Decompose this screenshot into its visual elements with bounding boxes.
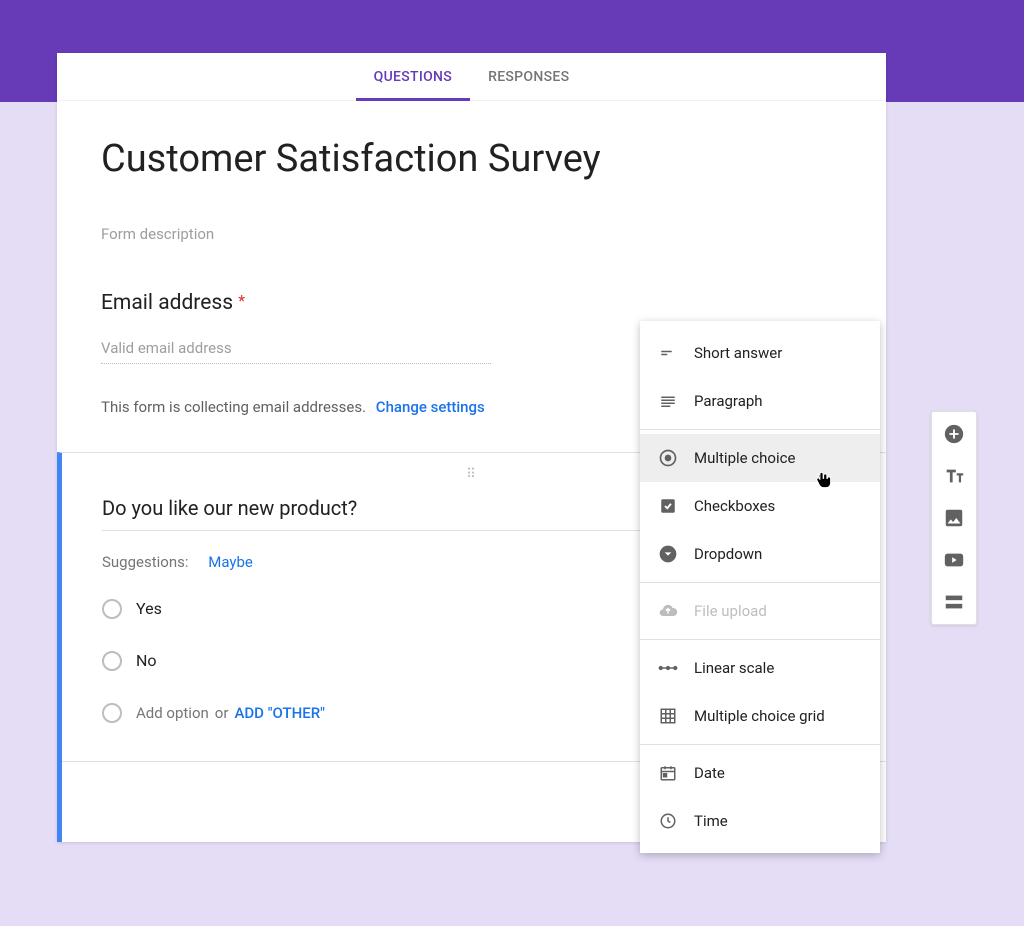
form-title[interactable]: Customer Satisfaction Survey (101, 137, 842, 183)
menu-separator (640, 639, 880, 640)
menu-item-date[interactable]: Date (640, 749, 880, 797)
menu-separator (640, 582, 880, 583)
change-settings-link[interactable]: Change settings (376, 398, 485, 416)
radio-icon (102, 703, 122, 723)
checkbox-icon (658, 496, 678, 516)
required-star: * (238, 291, 245, 310)
menu-label: Linear scale (694, 659, 774, 677)
tab-responses[interactable]: RESPONSES (470, 53, 587, 100)
question-type-menu: Short answer Paragraph Multiple choice C… (640, 321, 880, 853)
side-toolbar (931, 411, 977, 625)
menu-label: Time (694, 812, 728, 830)
suggestions-label: Suggestions: (102, 553, 188, 571)
add-question-button[interactable] (942, 422, 966, 446)
menu-item-time[interactable]: Time (640, 797, 880, 845)
add-option-link[interactable]: Add option (136, 704, 209, 722)
email-input[interactable]: Valid email address (101, 339, 491, 364)
radio-icon (102, 599, 122, 619)
clock-icon (658, 811, 678, 831)
menu-label: Dropdown (694, 545, 762, 563)
menu-label: Multiple choice (694, 449, 795, 467)
radio-icon (102, 651, 122, 671)
menu-label: Paragraph (694, 392, 763, 410)
suggestion-maybe[interactable]: Maybe (208, 553, 253, 571)
tab-questions[interactable]: QUESTIONS (356, 53, 470, 100)
menu-item-mc-grid[interactable]: Multiple choice grid (640, 692, 880, 740)
form-description[interactable]: Form description (101, 225, 842, 243)
option-label[interactable]: No (136, 651, 157, 670)
menu-label: Short answer (694, 344, 782, 362)
option-label[interactable]: Yes (136, 599, 162, 618)
menu-label: File upload (694, 602, 767, 620)
menu-item-linear-scale[interactable]: Linear scale (640, 644, 880, 692)
menu-label: Date (694, 764, 725, 782)
grid-icon (658, 706, 678, 726)
menu-separator (640, 744, 880, 745)
email-question-label: Email address * (101, 291, 842, 315)
menu-item-paragraph[interactable]: Paragraph (640, 377, 880, 425)
radio-button-icon (658, 448, 678, 468)
menu-label: Multiple choice grid (694, 707, 825, 725)
video-icon (943, 549, 965, 571)
dropdown-icon (658, 544, 678, 564)
menu-item-dropdown[interactable]: Dropdown (640, 530, 880, 578)
email-label-text: Email address (101, 291, 233, 315)
calendar-icon (658, 763, 678, 783)
collecting-note-text: This form is collecting email addresses. (101, 398, 366, 416)
menu-item-file-upload: File upload (640, 587, 880, 635)
section-icon (943, 591, 965, 613)
image-icon (943, 507, 965, 529)
add-image-button-toolbar[interactable] (942, 506, 966, 530)
add-video-button[interactable] (942, 548, 966, 572)
menu-separator (640, 429, 880, 430)
menu-item-multiple-choice[interactable]: Multiple choice (640, 434, 880, 482)
menu-item-short-answer[interactable]: Short answer (640, 329, 880, 377)
form-tabs: QUESTIONS RESPONSES (57, 53, 886, 101)
text-icon (943, 465, 965, 487)
linear-scale-icon (658, 658, 678, 678)
menu-item-checkboxes[interactable]: Checkboxes (640, 482, 880, 530)
paragraph-icon (658, 391, 678, 411)
plus-circle-icon (943, 423, 965, 445)
add-section-button[interactable] (942, 590, 966, 614)
add-other-link[interactable]: ADD "OTHER" (234, 704, 325, 722)
add-title-button[interactable] (942, 464, 966, 488)
short-text-icon (658, 343, 678, 363)
cloud-upload-icon (658, 601, 678, 621)
menu-label: Checkboxes (694, 497, 775, 515)
or-text: or (215, 704, 229, 722)
